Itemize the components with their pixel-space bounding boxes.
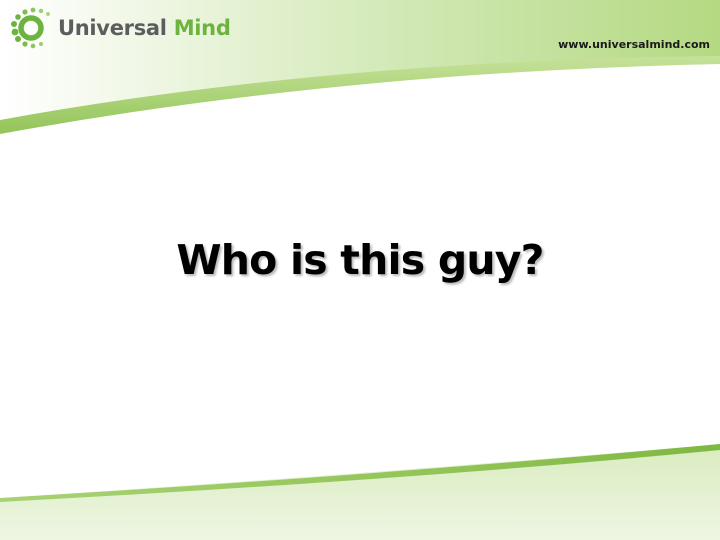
slide-title: Who is this guy? — [176, 236, 544, 284]
dotted-circle-logo-icon — [11, 7, 50, 49]
brand-name: Universal Mind — [58, 6, 231, 50]
brand-name-part1: Universal — [58, 16, 167, 40]
brand-logo: Universal Mind — [6, 6, 231, 50]
brand-name-part2: Mind — [173, 16, 231, 40]
website-url: www.universalmind.com — [558, 38, 710, 51]
